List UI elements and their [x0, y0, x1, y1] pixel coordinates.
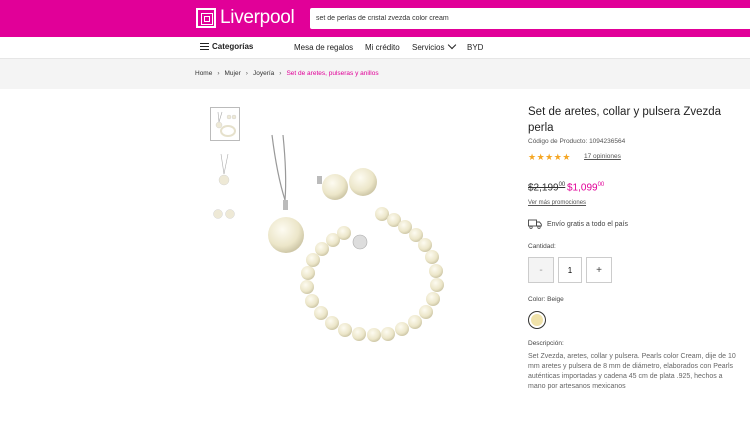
search-box[interactable]	[310, 8, 750, 29]
description-label: Descripción:	[528, 340, 564, 347]
breadcrumb: Home › Mujer › Joyería › Set de aretes, …	[195, 70, 379, 77]
categories-label: Categorías	[212, 42, 254, 51]
logo-icon	[196, 8, 216, 28]
product-code: Código de Producto: 1094236564	[528, 138, 626, 145]
pearl-jewelry-set-image	[268, 134, 444, 342]
chevron-down-icon	[448, 40, 457, 50]
hamburger-icon	[200, 43, 209, 50]
shipping-text: Envío gratis a todo el país	[547, 220, 628, 228]
star-icon: ★	[545, 152, 554, 162]
star-icon: ★	[562, 152, 571, 162]
star-icon: ★	[536, 152, 545, 162]
quantity-increase-button[interactable]: +	[586, 257, 612, 283]
nav-bar: Categorías Mesa de regalos Mi crédito Se…	[0, 37, 750, 59]
breadcrumb-home[interactable]: Home	[195, 70, 212, 77]
truck-icon	[528, 219, 542, 229]
nav-link-mesa-de-regalos[interactable]: Mesa de regalos	[294, 43, 353, 52]
search-input[interactable]	[316, 15, 750, 22]
product-main-image[interactable]	[255, 105, 480, 355]
product-title: Set de aretes, collar y pulsera Zvezda p…	[528, 106, 722, 134]
nav-link-mi-credito[interactable]: Mi crédito	[365, 43, 400, 52]
necklace-thumbnail-image	[218, 153, 230, 186]
nav-link-byd[interactable]: BYD	[467, 43, 483, 52]
servicios-label: Servicios	[412, 43, 445, 52]
chevron-right-icon: ›	[279, 70, 282, 77]
chevron-right-icon: ›	[217, 70, 220, 77]
categories-menu-button[interactable]: Categorías	[200, 42, 253, 51]
earrings-thumbnail-image	[213, 209, 235, 219]
star-icon: ★	[528, 152, 537, 162]
breadcrumb-mujer[interactable]: Mujer	[225, 70, 241, 77]
jewelry-set-thumbnail-image	[215, 111, 237, 137]
nav-link-servicios[interactable]: Servicios	[412, 40, 457, 52]
breadcrumb-current[interactable]: Set de aretes, pulseras y anillos	[286, 70, 378, 77]
promotions-link[interactable]: Ver más promociones	[528, 200, 586, 206]
star-icon: ★	[553, 152, 562, 162]
sale-price-cents: 00	[597, 182, 605, 188]
quantity-stepper: - +	[528, 257, 612, 283]
breadcrumb-joyeria[interactable]: Joyería	[253, 70, 274, 77]
color-label: Color: Beige	[528, 296, 564, 303]
color-swatch-beige[interactable]	[528, 311, 546, 329]
shipping-info: Envío gratis a todo el país	[528, 219, 628, 229]
product-description: Set Zvezda, aretes, collar y pulsera. Pe…	[528, 353, 736, 390]
chevron-right-icon: ›	[245, 70, 248, 77]
breadcrumb-band: Home › Mujer › Joyería › Set de aretes, …	[0, 59, 750, 89]
logo[interactable]: Liverpool	[196, 7, 295, 29]
quantity-decrease-button[interactable]: -	[528, 257, 554, 283]
reviews-link[interactable]: 17 opiniones	[584, 153, 621, 160]
thumbnail-earrings[interactable]	[210, 200, 240, 234]
top-header: Liverpool	[0, 0, 750, 37]
rating-stars[interactable]: ★ ★ ★ ★ ★	[528, 152, 571, 163]
original-price-cents: 00	[558, 182, 566, 188]
sale-price: $1,09900	[567, 182, 604, 193]
original-price-amount: $2,199	[528, 182, 559, 194]
original-price: $2,19900	[528, 182, 565, 193]
thumbnail-set[interactable]	[210, 107, 240, 141]
logo-text: Liverpool	[220, 7, 295, 28]
sale-price-amount: $1,099	[567, 182, 598, 194]
quantity-input[interactable]	[558, 257, 582, 283]
thumbnail-necklace[interactable]	[210, 152, 240, 186]
quantity-label: Cantidad:	[528, 243, 556, 250]
